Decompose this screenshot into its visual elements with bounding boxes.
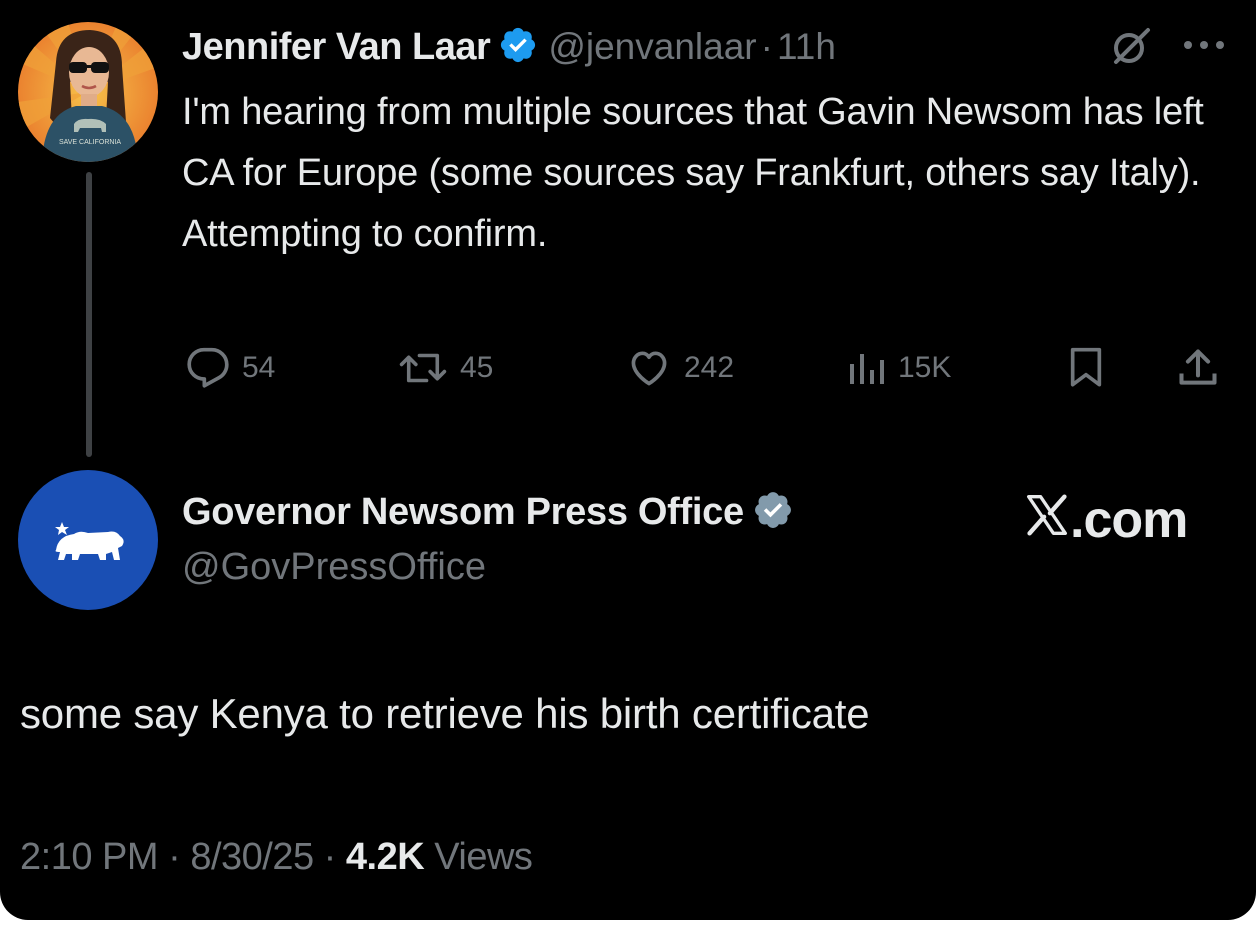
tweet1-author-name[interactable]: Jennifer Van Laar (182, 26, 491, 69)
avatar-jennifer-van-laar[interactable]: SAVE CALIFORNIA (18, 22, 158, 162)
bookmark-icon (1066, 345, 1106, 391)
xcom-watermark: .com (1024, 490, 1188, 550)
tweet1-text: I'm hearing from multiple sources that G… (182, 91, 1204, 255)
views-icon (846, 346, 886, 390)
avatar-shirt-text: SAVE CALIFORNIA (59, 139, 121, 146)
share-icon (1176, 345, 1220, 391)
share-button[interactable] (1176, 340, 1220, 396)
tweet2-handle[interactable]: @GovPressOffice (182, 546, 486, 589)
tweet2-time[interactable]: 2:10 PM (20, 836, 159, 878)
repost-button[interactable]: 45 (398, 340, 493, 396)
california-bear-icon (55, 522, 124, 560)
like-icon (626, 346, 672, 390)
thread-connector-line (86, 172, 92, 457)
more-icon[interactable] (1182, 38, 1226, 56)
meta-separator: · (158, 836, 191, 878)
like-count: 242 (684, 351, 735, 384)
tweet2-views-label: Views (424, 836, 533, 878)
tweet1-handle[interactable]: @jenvanlaar (548, 26, 756, 68)
bookmark-button[interactable] (1066, 340, 1106, 396)
tweet1-separator: · (760, 26, 773, 67)
repost-count: 45 (460, 351, 494, 384)
tweet2-meta: 2:10 PM · 8/30/25 · 4.2K Views (20, 836, 533, 879)
verified-badge-icon[interactable] (752, 489, 794, 536)
reply-button[interactable]: 54 (186, 340, 275, 396)
views-button[interactable]: 15K (846, 340, 951, 396)
x-logo-icon (1024, 490, 1070, 550)
verified-badge-icon[interactable] (498, 25, 538, 70)
tweet2-text: some say Kenya to retrieve his birth cer… (20, 690, 870, 737)
meta-separator: · (313, 836, 346, 878)
watermark-text: .com (1070, 491, 1188, 549)
avatar-image: SAVE CALIFORNIA (18, 22, 158, 162)
reply-icon (186, 346, 230, 390)
like-button[interactable]: 242 (626, 340, 734, 396)
tweet2-name-row: Governor Newsom Press Office (182, 486, 804, 538)
tweet-card: SAVE CALIFORNIA Jennifer Van Laar @jenva… (0, 0, 1256, 920)
tweet2-date[interactable]: 8/30/25 (190, 836, 314, 878)
repost-icon (398, 346, 448, 390)
tweet1-timestamp[interactable]: 11h (777, 26, 836, 68)
grok-icon[interactable] (1108, 24, 1154, 75)
tweet1-header: Jennifer Van Laar @jenvanlaar · 11h (182, 18, 836, 76)
avatar-gov-press-office[interactable] (18, 470, 158, 610)
tweet2-author-name[interactable]: Governor Newsom Press Office (182, 491, 744, 534)
views-count: 15K (898, 351, 952, 384)
reply-count: 54 (242, 351, 276, 384)
tweet2-views-count: 4.2K (345, 836, 425, 878)
tweet1-action-bar: 54 45 242 15K (186, 340, 1226, 396)
